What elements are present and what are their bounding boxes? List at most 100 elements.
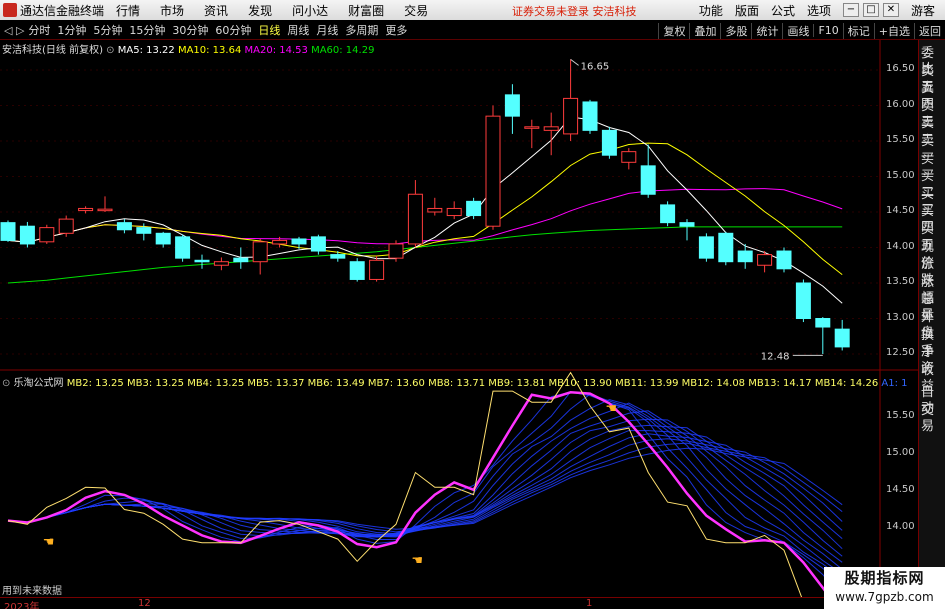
candle-body — [291, 238, 307, 245]
menu-item-discover[interactable]: 发现 — [248, 2, 272, 19]
candle — [582, 99, 598, 134]
price-tick: 16.50 — [886, 63, 915, 74]
candle-body — [116, 222, 132, 231]
gear-icon[interactable]: ⊙ — [106, 45, 118, 56]
gear-icon[interactable]: ⊙ — [2, 378, 14, 389]
mb-line — [7, 391, 831, 597]
candle — [58, 215, 74, 237]
tool-mark[interactable]: 标记 — [842, 22, 874, 39]
candle — [446, 201, 462, 220]
tab-daily[interactable]: 日线 — [258, 22, 280, 38]
candle-body — [601, 129, 617, 156]
indicator-tick: 15.50 — [886, 410, 915, 421]
mb-line — [7, 402, 843, 570]
candle-body — [19, 225, 35, 245]
menu-formula[interactable]: 公式 — [771, 2, 795, 19]
user-label[interactable]: 游客 — [911, 2, 935, 19]
candle-body — [0, 222, 16, 241]
mb-value-9: MB9: 13.81 — [488, 378, 549, 389]
menu-item-market[interactable]: 行情 — [116, 2, 140, 19]
tab-timeshare[interactable]: 分时 — [28, 22, 50, 38]
login-notice[interactable]: 证券交易未登录 安洁科技 — [512, 3, 637, 19]
price-tick: 13.00 — [886, 311, 915, 323]
menu-item-board[interactable]: 市场 — [160, 2, 184, 19]
candle-body — [718, 232, 734, 263]
nav-arrows-icon[interactable]: ◁ ▷ — [0, 24, 28, 37]
candle — [233, 247, 249, 269]
tab-weekly[interactable]: 周线 — [287, 22, 309, 38]
price-tick: 15.50 — [886, 134, 915, 145]
mb-value-2: MB2: 13.25 — [66, 378, 127, 389]
quote-side-panel: 委比 卖五 卖四 卖三 卖二 卖一 买一 买二 买三 买四 买五 现价 涨跌 涨幅 总量 外盘 换手 净资 收益 自动… — [918, 40, 945, 609]
candle — [349, 258, 365, 282]
tool-draw-line[interactable]: 画线 — [782, 22, 813, 39]
tab-60min[interactable]: 60分钟 — [215, 22, 251, 38]
date-label-dec: 12 — [138, 598, 151, 609]
candle-body — [252, 241, 268, 263]
candle — [39, 224, 55, 244]
tool-back[interactable]: 返回 — [914, 22, 945, 39]
candle-body — [349, 261, 365, 280]
tool-adjust[interactable]: 复权 — [658, 22, 689, 39]
candle — [175, 234, 191, 262]
mb-line — [7, 442, 843, 533]
candle-body — [543, 126, 559, 131]
tool-f10[interactable]: F10 — [813, 24, 842, 37]
tool-statistics[interactable]: 统计 — [751, 22, 782, 39]
candle-body — [310, 236, 326, 252]
candle-body — [776, 250, 792, 270]
candle — [795, 279, 811, 323]
minimize-icon[interactable]: − — [842, 3, 859, 17]
candle — [621, 148, 637, 170]
candle — [524, 119, 540, 149]
date-axis: 2023年 12 1 — [0, 597, 918, 609]
menu-layout[interactable]: 版面 — [735, 2, 759, 19]
tab-15min[interactable]: 15分钟 — [129, 22, 165, 38]
future-data-hint: 用到未来数据 — [2, 586, 62, 597]
candle-body — [466, 200, 482, 217]
tool-multi-stock[interactable]: 多股 — [720, 22, 751, 39]
candle-body — [679, 222, 695, 227]
indicator-main-line — [7, 391, 831, 597]
menu-item-trade[interactable]: 交易 — [404, 2, 428, 19]
candle-body — [97, 208, 113, 212]
tab-more[interactable]: 更多 — [385, 22, 407, 38]
tab-5min[interactable]: 5分钟 — [93, 22, 122, 38]
chart-grid — [0, 40, 918, 597]
menu-function[interactable]: 功能 — [699, 2, 723, 19]
candle-body — [504, 94, 520, 117]
indicator-legend: ⊙ 乐淘公式网 MB2: 13.25 MB3: 13.25 MB4: 13.25… — [2, 374, 907, 389]
candle — [466, 197, 482, 220]
tab-30min[interactable]: 30分钟 — [172, 22, 208, 38]
menu-bar: 通达信金融终端 行情 市场 资讯 发现 问小达 财富圈 交易 证券交易未登录 安… — [0, 0, 945, 20]
tool-overlay[interactable]: 叠加 — [689, 22, 720, 39]
candle-body — [737, 250, 753, 263]
close-icon[interactable]: ✕ — [882, 3, 899, 17]
candle — [213, 257, 229, 271]
hand-signal-icon: ☚ — [43, 535, 55, 550]
candle-body — [388, 243, 404, 259]
candle — [19, 221, 35, 248]
menu-item-wealth[interactable]: 财富圈 — [348, 2, 384, 19]
menu-options[interactable]: 选项 — [807, 2, 831, 19]
mb-value-6: MB6: 13.49 — [307, 378, 368, 389]
chart-canvas[interactable]: 16.65 12.48 ☚ ☚ ☚ — [0, 40, 918, 597]
date-label-year: 2023年 — [4, 602, 40, 609]
ma20-line — [7, 188, 843, 245]
ma60-legend: MA60: 14.29 — [311, 45, 375, 56]
candle — [718, 231, 734, 266]
maximize-icon[interactable]: □ — [862, 3, 879, 17]
candle — [698, 233, 714, 262]
candle-body — [78, 207, 94, 212]
menu-item-news[interactable]: 资讯 — [204, 2, 228, 19]
mb-line — [7, 410, 843, 563]
menu-item-ask[interactable]: 问小达 — [292, 2, 328, 19]
tab-1min[interactable]: 1分钟 — [57, 22, 86, 38]
tab-monthly[interactable]: 月线 — [316, 22, 338, 38]
candle — [485, 105, 501, 230]
ma20-legend: MA20: 14.53 — [244, 45, 308, 56]
mb-value-10: MB10: 13.90 — [548, 378, 616, 389]
candle-body — [175, 236, 191, 259]
tool-add-watchlist[interactable]: +自选 — [873, 22, 914, 39]
tab-multi-period[interactable]: 多周期 — [345, 22, 378, 38]
